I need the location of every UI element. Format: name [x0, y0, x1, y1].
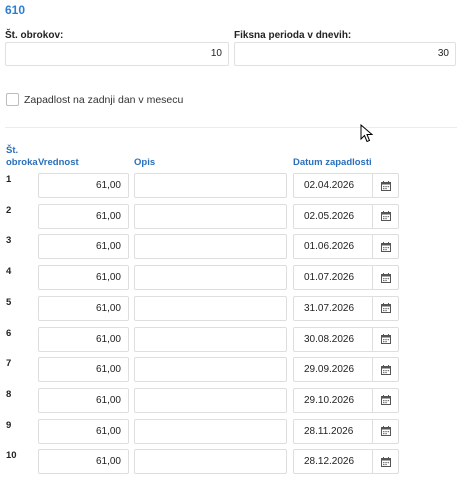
- row-value-input[interactable]: 61,00: [38, 265, 129, 291]
- row-date-input[interactable]: 30.08.2026: [293, 326, 399, 352]
- calendar-icon[interactable]: [372, 235, 398, 259]
- row-desc-input[interactable]: [134, 418, 287, 444]
- row-number: 6: [6, 327, 12, 339]
- row-date-text: 29.10.2026: [304, 394, 355, 406]
- installments-input[interactable]: 10: [5, 42, 229, 66]
- row-number: 3: [6, 235, 12, 247]
- header-value: Vrednost: [38, 157, 79, 168]
- calendar-icon[interactable]: [372, 450, 398, 474]
- table-row: 7 61,00 29.09.2026: [0, 355, 457, 386]
- row-desc-input[interactable]: [134, 234, 287, 260]
- table-row: 3 61,00 01.06.2026: [0, 232, 457, 263]
- installments-label: Št. obrokov:: [5, 30, 64, 41]
- table-row: 2 61,00 02.05.2026: [0, 202, 457, 233]
- row-number: 2: [6, 204, 12, 216]
- row-date-text: 28.12.2026: [304, 456, 355, 468]
- row-value-input[interactable]: 61,00: [38, 295, 129, 321]
- calendar-icon[interactable]: [372, 419, 398, 443]
- period-label: Fiksna perioda v dnevih:: [234, 30, 352, 41]
- calendar-icon[interactable]: [372, 388, 398, 412]
- header-num-line1: Št.: [6, 145, 19, 156]
- header-desc: Opis: [134, 157, 156, 168]
- row-desc-input[interactable]: [134, 265, 287, 291]
- row-number: 4: [6, 266, 12, 278]
- row-value-input[interactable]: 61,00: [38, 357, 129, 383]
- row-date-text: 01.06.2026: [304, 241, 355, 253]
- row-number: 1: [6, 174, 12, 185]
- mouse-cursor-icon: [360, 123, 374, 147]
- row-number: 9: [6, 419, 12, 431]
- table-row: 1 61,00 02.04.2026: [0, 171, 457, 202]
- divider: [5, 127, 457, 128]
- row-desc-input[interactable]: [134, 449, 287, 475]
- row-date-input[interactable]: 01.06.2026: [293, 234, 399, 260]
- table-row: 4 61,00 01.07.2026: [0, 263, 457, 294]
- row-value-input[interactable]: 61,00: [38, 173, 129, 198]
- row-date-text: 30.08.2026: [304, 333, 355, 345]
- row-date-input[interactable]: 29.10.2026: [293, 387, 399, 413]
- table-row: 9 61,00 28.11.2026: [0, 417, 457, 448]
- table-row: 8 61,00 29.10.2026: [0, 386, 457, 417]
- calendar-icon[interactable]: [372, 358, 398, 382]
- row-date-text: 02.04.2026: [304, 180, 355, 191]
- row-date-input[interactable]: 31.07.2026: [293, 295, 399, 321]
- row-date-input[interactable]: 29.09.2026: [293, 357, 399, 383]
- row-number: 5: [6, 296, 12, 308]
- calendar-icon[interactable]: [372, 296, 398, 320]
- row-date-text: 02.05.2026: [304, 210, 355, 222]
- last-day-checkbox[interactable]: [6, 93, 19, 106]
- row-desc-input[interactable]: [134, 357, 287, 383]
- row-desc-input[interactable]: [134, 203, 287, 229]
- calendar-icon[interactable]: [372, 266, 398, 290]
- row-date-text: 29.09.2026: [304, 364, 355, 376]
- table-row: 10 61,00 28.12.2026: [0, 447, 457, 478]
- table-row: 6 61,00 30.08.2026: [0, 325, 457, 356]
- header-date: Datum zapadlosti: [293, 157, 372, 168]
- row-value-input[interactable]: 61,00: [38, 418, 129, 444]
- row-date-text: 01.07.2026: [304, 272, 355, 284]
- row-desc-input[interactable]: [134, 387, 287, 413]
- row-desc-input[interactable]: [134, 295, 287, 321]
- row-value-input[interactable]: 61,00: [38, 203, 129, 229]
- row-date-text: 31.07.2026: [304, 302, 355, 314]
- page-title: 610: [5, 3, 26, 17]
- row-number: 7: [6, 358, 12, 370]
- last-day-checkbox-label: Zapadlost na zadnji dan v mesecu: [24, 94, 184, 106]
- row-number: 10: [6, 450, 17, 462]
- header-num-line2: obroka: [6, 157, 38, 168]
- row-number: 8: [6, 388, 12, 400]
- row-value-input[interactable]: 61,00: [38, 387, 129, 413]
- calendar-icon[interactable]: [372, 174, 398, 197]
- period-input[interactable]: 30: [234, 42, 456, 66]
- row-value-input[interactable]: 61,00: [38, 449, 129, 475]
- row-date-input[interactable]: 28.12.2026: [293, 449, 399, 475]
- table-row: 5 61,00 31.07.2026: [0, 294, 457, 325]
- row-desc-input[interactable]: [134, 173, 287, 198]
- row-desc-input[interactable]: [134, 326, 287, 352]
- row-date-input[interactable]: 02.05.2026: [293, 203, 399, 229]
- row-date-input[interactable]: 01.07.2026: [293, 265, 399, 291]
- row-date-text: 28.11.2026: [304, 425, 354, 437]
- row-value-input[interactable]: 61,00: [38, 234, 129, 260]
- calendar-icon[interactable]: [372, 327, 398, 351]
- calendar-icon[interactable]: [372, 204, 398, 228]
- row-date-input[interactable]: 02.04.2026: [293, 173, 399, 198]
- row-date-input[interactable]: 28.11.2026: [293, 418, 399, 444]
- row-value-input[interactable]: 61,00: [38, 326, 129, 352]
